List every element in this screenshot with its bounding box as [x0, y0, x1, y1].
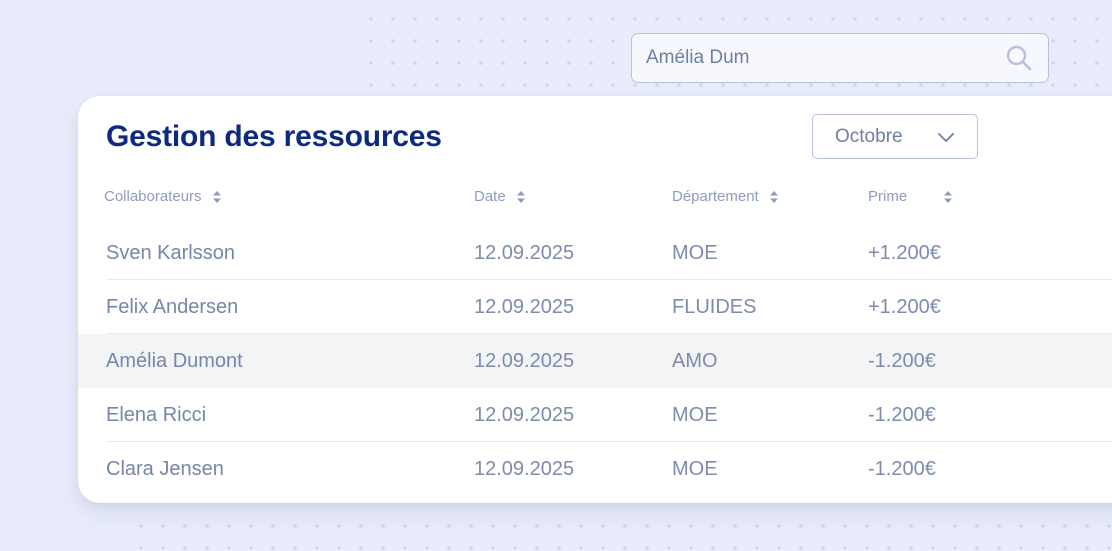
column-header-departement[interactable]: Département	[672, 188, 779, 205]
sort-icon	[516, 190, 526, 204]
cell-date: 12.09.2025	[474, 350, 575, 372]
dot-pattern-bottom	[130, 515, 1112, 551]
month-select-value: Octobre	[835, 125, 903, 147]
column-header-label: Prime	[868, 188, 908, 205]
page-title: Gestion des ressources	[106, 120, 442, 153]
cell-collaborateur: Felix Andersen	[106, 296, 239, 318]
search-icon[interactable]	[1004, 43, 1034, 73]
cell-prime: +1.200€	[868, 296, 941, 318]
table-body: Sven Karlsson 12.09.2025 MOE +1.200€ Fel…	[78, 226, 1112, 496]
table-row[interactable]: Clara Jensen 12.09.2025 MOE -1.200€	[78, 442, 1112, 496]
month-select[interactable]: Octobre	[812, 114, 978, 159]
cell-collaborateur: Elena Ricci	[106, 404, 207, 426]
cell-prime: -1.200€	[868, 404, 936, 426]
table-row[interactable]: Elena Ricci 12.09.2025 MOE -1.200€	[78, 388, 1112, 442]
cell-prime: -1.200€	[868, 350, 936, 372]
cell-departement: MOE	[672, 242, 718, 264]
column-header-collaborateurs[interactable]: Collaborateurs	[104, 188, 222, 205]
cell-date: 12.09.2025	[474, 458, 575, 480]
resource-card: Gestion des ressources Octobre Collabora…	[78, 96, 1112, 503]
cell-departement: MOE	[672, 458, 718, 480]
cell-collaborateur: Clara Jensen	[106, 458, 224, 480]
sort-icon	[769, 190, 779, 204]
cell-prime: -1.200€	[868, 458, 936, 480]
column-header-label: Département	[672, 188, 759, 205]
cell-date: 12.09.2025	[474, 242, 575, 264]
column-header-label: Date	[474, 188, 506, 205]
cell-date: 12.09.2025	[474, 404, 575, 426]
cell-departement: AMO	[672, 350, 718, 372]
cell-collaborateur: Sven Karlsson	[106, 242, 235, 264]
column-header-date[interactable]: Date	[474, 188, 526, 205]
cell-prime: +1.200€	[868, 242, 941, 264]
sort-icon	[943, 190, 953, 204]
search-input[interactable]	[646, 34, 1004, 82]
cell-departement: MOE	[672, 404, 718, 426]
cell-collaborateur: Amélia Dumont	[106, 350, 243, 372]
table-row[interactable]: Felix Andersen 12.09.2025 FLUIDES +1.200…	[78, 280, 1112, 334]
table-row[interactable]: Sven Karlsson 12.09.2025 MOE +1.200€	[78, 226, 1112, 280]
column-header-label: Collaborateurs	[104, 188, 202, 205]
chevron-down-icon	[937, 128, 955, 151]
column-header-prime[interactable]: Prime	[868, 188, 953, 205]
cell-departement: FLUIDES	[672, 296, 757, 318]
table-header: Collaborateurs Date Département Prime	[78, 188, 1112, 210]
cell-date: 12.09.2025	[474, 296, 575, 318]
sort-icon	[212, 190, 222, 204]
table-row-highlighted[interactable]: Amélia Dumont 12.09.2025 AMO -1.200€	[78, 334, 1112, 388]
search-bar[interactable]	[631, 33, 1049, 83]
